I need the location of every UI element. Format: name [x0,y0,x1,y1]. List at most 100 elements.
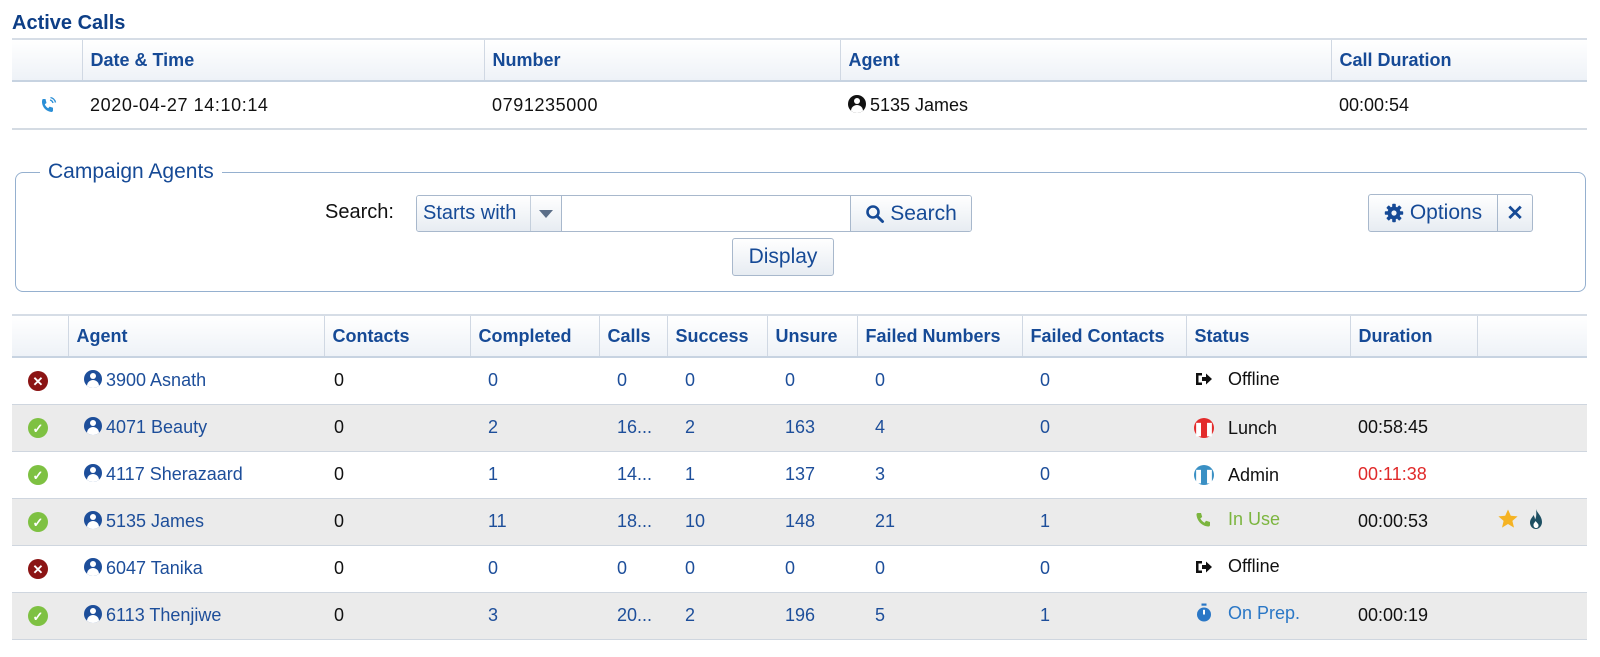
fire-icon[interactable] [1527,508,1545,530]
agent-name-link[interactable]: 4117 Sherazaard [106,464,243,484]
display-button[interactable]: Display [732,238,834,276]
agent-failed-numbers[interactable]: 4 [857,404,1022,452]
search-group: Starts with Search [416,195,972,232]
agents-col-agent[interactable]: Agent [67,314,324,358]
agent-contacts: 0 [324,404,470,452]
agent-success[interactable]: 0 [667,545,767,593]
agents-col-success[interactable]: Success [666,314,767,358]
search-icon [866,204,885,223]
search-mode-select[interactable]: Starts with [417,196,562,231]
agent-failed-numbers[interactable]: 21 [857,498,1022,546]
agent-duration: 00:00:19 [1350,592,1477,640]
agent-unsure[interactable]: 0 [767,545,857,593]
agent-failed-numbers[interactable]: 0 [857,545,1022,593]
agents-col-status[interactable]: Status [1185,314,1350,358]
agent-duration [1350,545,1477,593]
table-row[interactable]: ✓ 4071 Beauty 0 2 16... 2 163 4 0 ❚❚ Lunch 00:58:45 [12,404,1587,452]
agent-completed[interactable]: 3 [470,592,599,640]
agent-calls[interactable]: 0 [599,357,667,405]
agent-contacts: 0 [324,545,470,593]
agent-failed-contacts[interactable]: 0 [1022,404,1186,452]
table-row[interactable]: 2020-04-27 14:10:14 0791235000 5135 Jame… [12,81,1587,130]
agent-status: On Prep. [1228,602,1301,623]
agent-contacts: 0 [324,592,470,640]
calls-col-agent[interactable]: Agent [839,38,1331,82]
search-input[interactable] [562,196,851,231]
agent-failed-numbers[interactable]: 5 [857,592,1022,640]
agents-col-failed-numbers[interactable]: Failed Numbers [856,314,1022,358]
agent-name-link[interactable]: 6113 Thenjiwe [106,605,221,625]
online-check-icon: ✓ [28,465,48,486]
stopwatch-icon [1197,603,1211,622]
agents-col-duration[interactable]: Duration [1349,314,1477,358]
agent-completed[interactable]: 0 [470,545,599,593]
online-check-icon: ✓ [28,512,48,533]
agent-success[interactable]: 1 [667,451,767,499]
agents-col-actions [1476,314,1587,358]
calls-col-number[interactable]: Number [483,38,840,82]
agent-duration: 00:00:53 [1350,498,1477,546]
agent-success[interactable]: 0 [667,357,767,405]
agent-unsure[interactable]: 137 [767,451,857,499]
agent-duration: 00:58:45 [1350,404,1477,452]
agent-duration: 00:11:38 [1350,451,1477,499]
agent-calls[interactable]: 14... [599,451,667,499]
table-row[interactable]: ✓ 4117 Sherazaard 0 1 14... 1 137 3 0 ❚❚ Admin 00:1… [12,451,1587,499]
active-calls-table: Date & Time Number Agent Call Duration 2… [12,38,1587,130]
agents-col-contacts[interactable]: Contacts [323,314,470,358]
calls-col-datetime[interactable]: Date & Time [81,38,484,82]
agent-completed[interactable]: 11 [470,498,599,546]
agents-col-failed-contacts[interactable]: Failed Contacts [1021,314,1186,358]
phone-icon [1196,513,1210,527]
agent-name-link[interactable]: 6047 Tanika [106,558,203,578]
agent-calls[interactable]: 16... [599,404,667,452]
user-icon [84,558,102,576]
table-row[interactable]: ✕ 6047 Tanika 0 0 0 0 0 0 0 Offline [12,545,1587,593]
options-button-label: Options [1409,201,1483,224]
agents-col-calls[interactable]: Calls [598,314,667,358]
agent-success[interactable]: 2 [667,404,767,452]
search-button[interactable]: Search [851,196,971,231]
agent-name-link[interactable]: 3900 Asnath [106,370,206,390]
agent-failed-contacts[interactable]: 0 [1022,451,1186,499]
agent-calls[interactable]: 0 [599,545,667,593]
sign-out-icon [1196,560,1212,573]
star-icon[interactable] [1497,508,1519,530]
agent-failed-contacts[interactable]: 1 [1022,592,1186,640]
agent-failed-contacts[interactable]: 0 [1022,357,1186,405]
agent-calls[interactable]: 18... [599,498,667,546]
agent-completed[interactable]: 2 [470,404,599,452]
agent-unsure[interactable]: 0 [767,357,857,405]
agents-col-unsure[interactable]: Unsure [766,314,857,358]
search-button-label: Search [890,201,957,225]
agent-name-link[interactable]: 5135 James [106,511,204,531]
options-button[interactable]: Options [1368,194,1498,232]
agent-failed-numbers[interactable]: 3 [857,451,1022,499]
agent-unsure[interactable]: 196 [767,592,857,640]
calls-col-duration[interactable]: Call Duration [1330,38,1587,82]
call-number: 0791235000 [484,81,840,130]
agent-success[interactable]: 2 [667,592,767,640]
agent-status: Offline [1228,368,1280,389]
call-agent: 5135 James [870,94,969,115]
agent-failed-contacts[interactable]: 0 [1022,545,1186,593]
user-icon [84,370,102,389]
agent-calls[interactable]: 20... [599,592,667,640]
offline-x-icon: ✕ [28,559,48,580]
agent-completed[interactable]: 1 [470,451,599,499]
agent-name-link[interactable]: 4071 Beauty [106,417,207,437]
table-row[interactable]: ✓ 5135 James 0 11 18... 10 148 21 1 In Use 00:00:5… [12,498,1587,546]
chevron-down-icon[interactable] [530,196,561,231]
agent-failed-contacts[interactable]: 1 [1022,498,1186,546]
agent-failed-numbers[interactable]: 0 [857,357,1022,405]
table-row[interactable]: ✓ 6113 Thenjiwe 0 3 20... 2 196 5 1 On Prep. 00:00… [12,592,1587,640]
table-row[interactable]: ✕ 3900 Asnath 0 0 0 0 0 0 0 Offline [12,357,1587,405]
agent-status: Offline [1228,556,1280,577]
agent-completed[interactable]: 0 [470,357,599,405]
agent-unsure[interactable]: 163 [767,404,857,452]
close-icon[interactable]: ✕ [1497,194,1533,232]
pause-blue-icon: ❚❚ [1193,465,1215,485]
agents-col-completed[interactable]: Completed [469,314,599,358]
agent-unsure[interactable]: 148 [767,498,857,546]
agent-success[interactable]: 10 [667,498,767,546]
